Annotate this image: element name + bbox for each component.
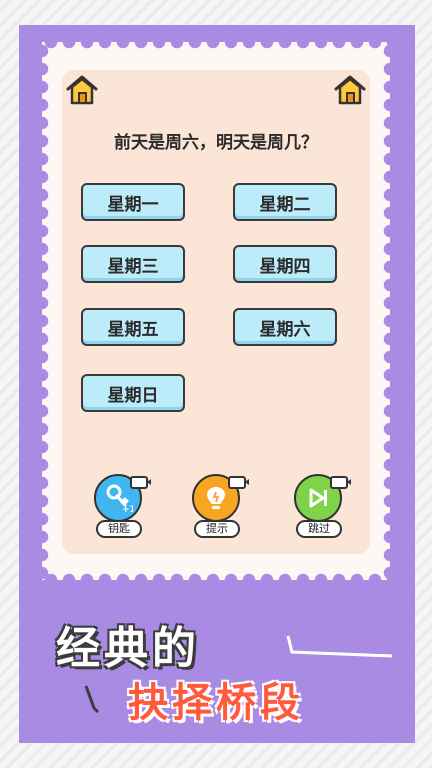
option-thursday[interactable]: 星期四	[233, 245, 337, 283]
hint-button[interactable]: 提示	[186, 474, 249, 544]
slogan-line-top	[286, 635, 393, 658]
key-button-label: 钥匙	[96, 520, 142, 538]
lightbulb-icon	[207, 487, 225, 509]
slogan-line-1: 经典的	[56, 623, 200, 674]
skip-button-label: 跳过	[296, 520, 342, 538]
option-monday[interactable]: 星期一	[81, 183, 185, 221]
home-icon	[334, 75, 366, 105]
video-icon	[228, 476, 249, 489]
home-icon	[66, 75, 98, 105]
video-icon	[330, 476, 351, 489]
hint-button-label: 提示	[194, 520, 240, 538]
option-wednesday[interactable]: 星期三	[81, 245, 185, 283]
option-sunday[interactable]: 星期日	[81, 374, 185, 412]
option-saturday[interactable]: 星期六	[233, 308, 337, 346]
skip-icon	[309, 488, 327, 508]
key-button[interactable]: +1 钥匙	[88, 474, 151, 544]
home-button-right[interactable]	[332, 72, 368, 108]
option-tuesday[interactable]: 星期二	[233, 183, 337, 221]
question-text: 前天是周六，明天是周几？	[114, 133, 318, 153]
slogan-line-bottom	[84, 685, 100, 714]
slogan-line-2: 抉择桥段	[128, 680, 304, 726]
home-button-left[interactable]	[64, 72, 100, 108]
key-count-badge: +1	[122, 505, 133, 513]
key-icon: +1	[106, 484, 133, 513]
video-icon	[130, 476, 151, 489]
skip-button[interactable]: 跳过	[288, 474, 351, 544]
option-friday[interactable]: 星期五	[81, 308, 185, 346]
